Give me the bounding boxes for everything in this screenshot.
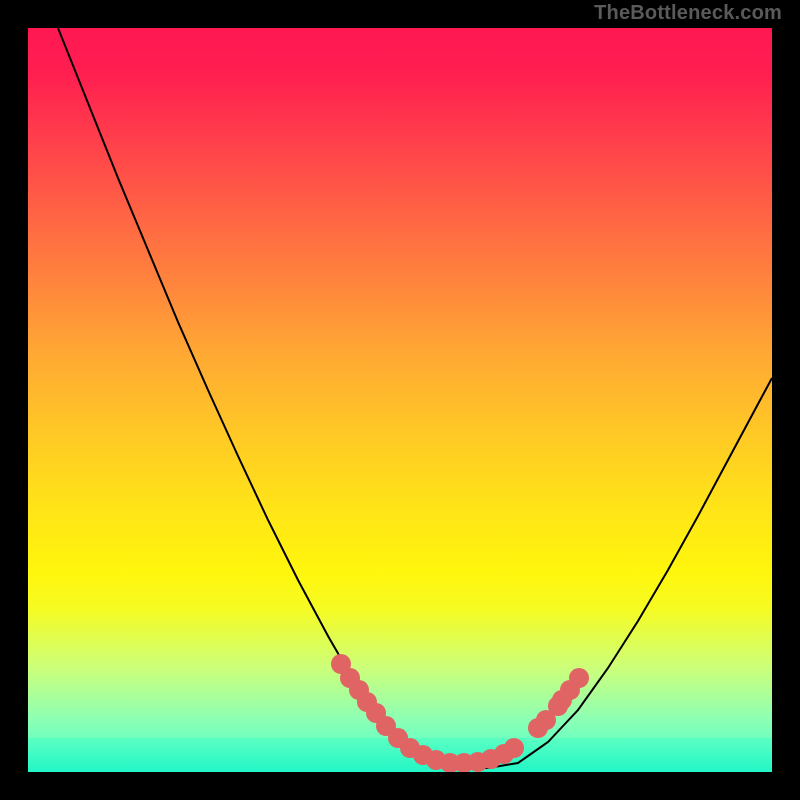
chart-svg bbox=[28, 28, 772, 772]
highlight-dot bbox=[504, 738, 524, 758]
highlight-dot bbox=[569, 668, 589, 688]
watermark-text: TheBottleneck.com bbox=[594, 2, 782, 25]
bottleneck-curve bbox=[58, 28, 772, 768]
highlight-dots bbox=[331, 654, 589, 772]
plot-frame bbox=[28, 28, 772, 772]
